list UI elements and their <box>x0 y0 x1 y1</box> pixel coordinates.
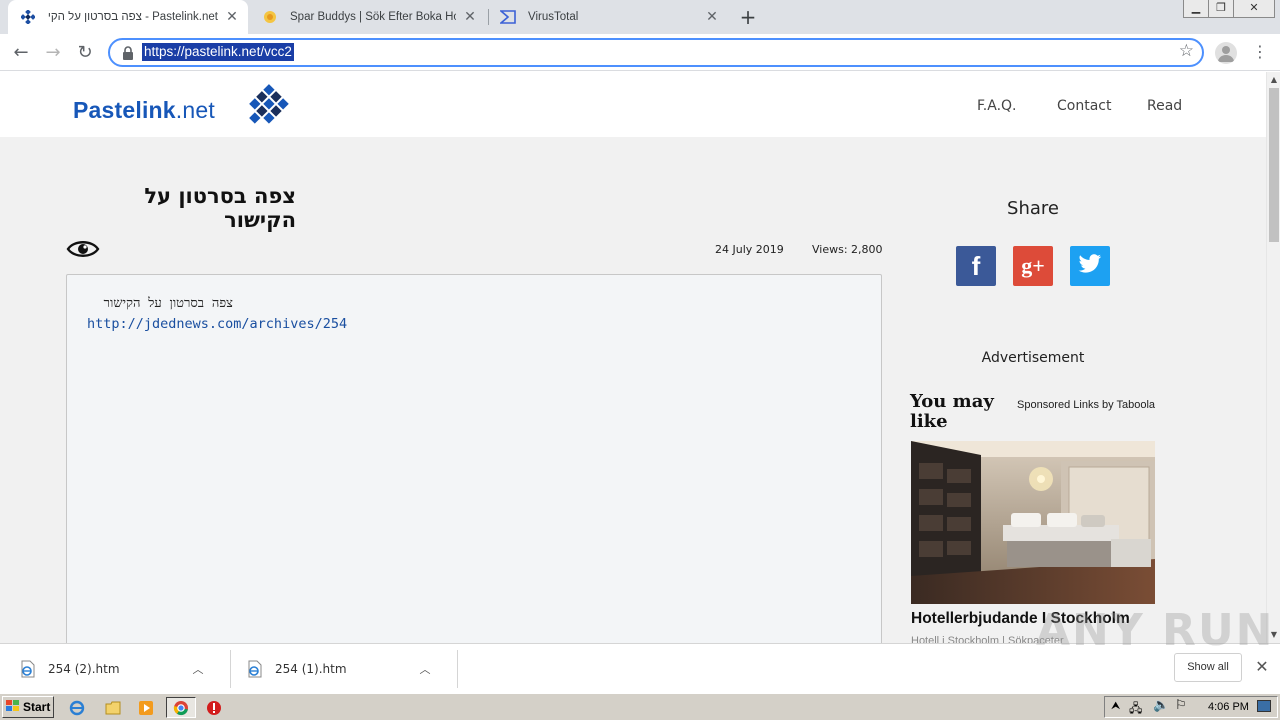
tab-title: Spar Buddys | Sök Efter Boka Hotell I <box>290 11 456 23</box>
google-plus-icon: g+ <box>1021 253 1045 278</box>
internet-explorer-icon[interactable] <box>66 697 88 718</box>
site-header: Pastelink.net F.A.Q. Contact Read <box>0 72 1266 137</box>
stop-icon[interactable] <box>203 697 225 718</box>
download-item[interactable]: 254 (1).htm ︿ <box>227 644 457 694</box>
google-plus-share-button[interactable]: g+ <box>1013 246 1053 286</box>
bookmark-star-icon[interactable]: ☆ <box>1179 41 1194 61</box>
download-separator <box>457 650 458 688</box>
chevron-up-icon[interactable]: ︿ <box>415 661 435 677</box>
pastelink-favicon-icon <box>20 9 36 25</box>
address-bar[interactable]: https://pastelink.net/vcc2 ☆ <box>108 38 1204 67</box>
twitter-share-button[interactable] <box>1070 246 1110 286</box>
forward-arrow-icon[interactable]: → <box>40 40 66 66</box>
paste-content-link[interactable]: http://jdednews.com/archives/254 <box>87 316 347 332</box>
paste-date: 24 July 2019 <box>715 243 784 256</box>
tab-title: Pastelink.net - צפה בסרטון על הקישור <box>48 11 218 23</box>
advertisement-label: Advertisement <box>981 350 1085 366</box>
paste-content-box: צפה בסרטון על הקישור http://jdednews.com… <box>66 274 882 643</box>
spar-buddys-favicon-icon <box>262 9 278 25</box>
close-window-button[interactable]: ✕ <box>1233 0 1275 18</box>
close-downloads-bar-icon[interactable]: ✕ <box>1253 658 1271 676</box>
reload-icon[interactable]: ↻ <box>72 40 98 66</box>
tab-spar-buddys[interactable]: Spar Buddys | Sök Efter Boka Hotell I ✕ <box>250 0 486 34</box>
new-tab-button[interactable]: + <box>736 6 760 28</box>
action-center-flag-icon[interactable]: ⚐ <box>1175 698 1187 713</box>
show-desktop-icon[interactable] <box>1257 700 1271 712</box>
ad-title[interactable]: Hotellerbjudande I Stockholm <box>911 610 1130 628</box>
volume-icon[interactable]: 🔈 <box>1153 698 1169 713</box>
paste-content-text: צפה בסרטון על הקישור <box>103 296 233 311</box>
share-heading: Share <box>1007 198 1059 219</box>
scroll-thumb[interactable] <box>1269 88 1279 242</box>
network-icon[interactable]: 🖧 <box>1129 699 1142 720</box>
back-arrow-icon[interactable]: ← <box>8 40 34 66</box>
downloads-bar: 254 (2).htm ︿ 254 (1).htm ︿ Show all ✕ <box>0 643 1280 693</box>
page-viewport: Pastelink.net F.A.Q. Contact Read צפה בס… <box>0 72 1266 643</box>
twitter-icon <box>1078 254 1102 278</box>
chrome-taskbar-icon[interactable] <box>166 697 196 718</box>
minimize-button[interactable]: ▁ <box>1183 0 1209 18</box>
windows-logo-icon <box>6 699 20 715</box>
account-avatar-icon[interactable] <box>1215 42 1237 64</box>
facebook-icon: f <box>971 251 981 281</box>
sponsored-links-taboola[interactable]: Sponsored Links by Taboola <box>1017 399 1155 411</box>
windows-taskbar: Start ⮝ 🖧 🔈 ⚐ 4:06 PM <box>0 693 1280 720</box>
tab-close-icon[interactable]: ✕ <box>224 9 240 25</box>
tab-virustotal[interactable]: VirusTotal ✕ <box>488 0 728 34</box>
screen: Pastelink.net - צפה בסרטון על הקישור ✕ S… <box>0 0 1280 720</box>
ie-document-icon <box>247 660 263 678</box>
facebook-share-button[interactable]: f <box>956 246 996 286</box>
ad-hotel-room-image[interactable] <box>911 441 1155 604</box>
tab-title: VirusTotal <box>528 11 579 23</box>
nav-faq-link[interactable]: F.A.Q. <box>977 98 1017 114</box>
paste-views: Views: 2,800 <box>812 243 883 256</box>
url-text[interactable]: https://pastelink.net/vcc2 <box>142 43 294 61</box>
tab-strip: Pastelink.net - צפה בסרטון על הקישור ✕ S… <box>0 0 1280 34</box>
media-player-icon[interactable] <box>135 697 157 718</box>
you-may-like-heading: You may like <box>910 391 994 432</box>
download-item[interactable]: 254 (2).htm ︿ <box>0 644 230 694</box>
download-filename: 254 (1).htm <box>275 662 347 676</box>
folder-icon[interactable] <box>102 697 124 718</box>
virustotal-favicon-icon <box>500 9 516 25</box>
chrome-menu-icon[interactable]: ⋮ <box>1252 41 1268 65</box>
paste-title: צפה בסרטון על הקישור <box>144 184 296 232</box>
tab-close-icon[interactable]: ✕ <box>462 9 478 25</box>
tray-expand-icon[interactable]: ⮝ <box>1111 699 1120 713</box>
taskbar-clock: 4:06 PM <box>1208 701 1249 713</box>
tab-pastelink[interactable]: Pastelink.net - צפה בסרטון על הקישור ✕ <box>8 0 248 34</box>
scroll-down-arrow-icon[interactable]: ▼ <box>1267 629 1280 641</box>
nav-read-link[interactable]: Read <box>1147 98 1182 114</box>
show-all-downloads-button[interactable]: Show all <box>1174 653 1242 682</box>
browser-toolbar: ← → ↻ https://pastelink.net/vcc2 ☆ ⋮ <box>0 34 1280 71</box>
scroll-up-arrow-icon[interactable]: ▲ <box>1267 74 1280 86</box>
ie-document-icon <box>20 660 36 678</box>
lock-icon <box>122 45 134 60</box>
logo-suffix-text: .net <box>175 97 215 123</box>
page-scrollbar[interactable]: ▲ ▼ <box>1266 72 1280 643</box>
eye-icon <box>66 238 100 260</box>
ad-source: Hotell i Stockholm | Sökpaceter <box>911 635 1064 643</box>
nav-contact-link[interactable]: Contact <box>1057 98 1111 114</box>
start-button[interactable]: Start <box>2 696 54 718</box>
chevron-up-icon[interactable]: ︿ <box>188 661 208 677</box>
download-filename: 254 (2).htm <box>48 662 120 676</box>
start-label: Start <box>23 700 51 714</box>
logo-main-text: Pastelink <box>73 97 176 123</box>
restore-button[interactable]: ❐ <box>1208 0 1234 18</box>
site-logo[interactable]: Pastelink.net <box>73 97 215 124</box>
tab-close-icon[interactable]: ✕ <box>704 9 720 25</box>
system-tray: ⮝ 🖧 🔈 ⚐ <box>1104 696 1278 718</box>
pastelink-logo-mark-icon[interactable] <box>238 81 290 131</box>
